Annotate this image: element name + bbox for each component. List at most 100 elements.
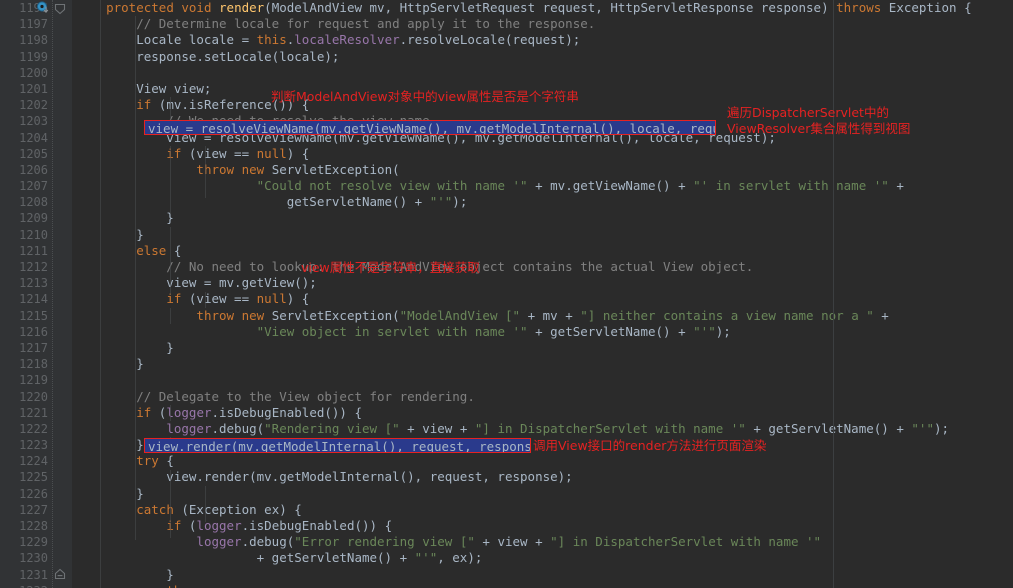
code-token: "Rendering view [" bbox=[264, 420, 400, 436]
code-line[interactable]: catch (Exception ex) { bbox=[72, 502, 1013, 518]
selection-box-resolve-view-name[interactable]: view = resolveViewName(mv.getViewName(),… bbox=[144, 119, 716, 135]
code-token: localeResolver bbox=[294, 32, 400, 48]
code-line[interactable]: "Could not resolve view with name '" + m… bbox=[72, 178, 1013, 194]
code-line[interactable]: if (logger.isDebugEnabled()) { bbox=[72, 405, 1013, 421]
code-token: "Could not resolve view with name '" bbox=[256, 178, 528, 194]
code-line[interactable]: throw ex; bbox=[72, 583, 1013, 588]
code-token: throws bbox=[836, 0, 882, 15]
code-line[interactable]: // No need to lookup: the ModelAndView o… bbox=[72, 259, 1013, 275]
code-line[interactable]: logger.debug("Rendering view [" + view +… bbox=[72, 421, 1013, 437]
line-number: 1224 bbox=[19, 454, 48, 469]
code-token: throw bbox=[166, 583, 204, 588]
code-token: logger bbox=[166, 404, 212, 420]
code-line[interactable]: view = mv.getView(); bbox=[72, 275, 1013, 291]
code-line[interactable]: throw new ServletException("ModelAndView… bbox=[72, 308, 1013, 324]
line-number: 1215 bbox=[19, 308, 48, 323]
code-line[interactable]: throw new ServletException( bbox=[72, 162, 1013, 178]
code-token: .debug( bbox=[241, 534, 295, 550]
line-number: 1197 bbox=[19, 17, 48, 32]
line-number: 1213 bbox=[19, 276, 48, 291]
code-line[interactable]: logger.debug("Error rendering view [" + … bbox=[72, 534, 1013, 550]
code-line[interactable]: if (view == null) { bbox=[72, 291, 1013, 307]
code-token: (view == bbox=[181, 291, 257, 307]
code-token: "' in servlet with name '" bbox=[693, 178, 889, 194]
code-line[interactable]: try { bbox=[72, 453, 1013, 469]
code-token: .resolveLocale(request); bbox=[399, 32, 581, 48]
code-token: if bbox=[136, 404, 152, 420]
code-token: (view == bbox=[181, 145, 257, 161]
annotation-get-view-directly: view属性不是字符串，直接获取 bbox=[301, 259, 480, 275]
line-number: 1201 bbox=[19, 81, 48, 96]
code-line[interactable]: if (view == null) { bbox=[72, 146, 1013, 162]
line-number: 1216 bbox=[19, 324, 48, 339]
code-token: { bbox=[158, 453, 174, 469]
code-token: Locale locale = bbox=[76, 32, 257, 48]
code-token: } bbox=[76, 339, 174, 355]
code-line[interactable]: protected void render(ModelAndView mv, H… bbox=[72, 0, 1013, 16]
code-line[interactable]: Locale locale = this.localeResolver.reso… bbox=[72, 32, 1013, 48]
line-number: 1221 bbox=[19, 405, 48, 420]
code-token: "'" bbox=[429, 194, 453, 210]
code-line[interactable]: } bbox=[72, 227, 1013, 243]
code-line[interactable]: } bbox=[72, 356, 1013, 372]
editor-gutter[interactable]: 1196 1197 1198 1199 1200 1201 1202 1203 1204 1205… bbox=[0, 0, 72, 588]
code-token: view = mv.getView(); bbox=[76, 275, 317, 291]
code-token: ex; bbox=[204, 583, 234, 588]
code-line[interactable]: // Determine locale for request and appl… bbox=[72, 16, 1013, 32]
code-token: "'" bbox=[414, 550, 438, 566]
annotation-call-render: 调用View接口的render方法进行页面渲染 bbox=[533, 437, 767, 453]
code-token: + bbox=[873, 307, 889, 323]
fold-collapse-top-icon[interactable] bbox=[53, 2, 67, 16]
line-number: 1209 bbox=[19, 211, 48, 226]
code-token: "'" bbox=[693, 323, 716, 339]
code-line[interactable]: } bbox=[72, 210, 1013, 226]
line-number: 1205 bbox=[19, 146, 48, 161]
code-token: null bbox=[256, 291, 287, 307]
code-token: { bbox=[166, 242, 182, 258]
code-line[interactable]: } bbox=[72, 567, 1013, 583]
line-number: 1211 bbox=[19, 243, 48, 258]
code-line[interactable]: } bbox=[72, 486, 1013, 502]
code-token: + getServletName() + bbox=[76, 550, 415, 566]
code-token: "'" bbox=[911, 420, 934, 436]
code-line[interactable]: response.setLocale(locale); bbox=[72, 49, 1013, 65]
code-token: + mv + bbox=[520, 307, 581, 323]
code-line[interactable] bbox=[72, 372, 1013, 388]
code-token: + bbox=[888, 178, 904, 194]
line-number: 1230 bbox=[19, 551, 48, 566]
code-token: render bbox=[219, 0, 265, 15]
code-line[interactable]: view.render(mv.getModelInternal(), reque… bbox=[72, 469, 1013, 485]
code-line[interactable]: getServletName() + "'"); bbox=[72, 194, 1013, 210]
line-number-column: 1196 1197 1198 1199 1200 1201 1202 1203 1204 1205… bbox=[0, 0, 72, 588]
code-token: // Determine locale for request and appl… bbox=[76, 16, 596, 32]
override-method-icon[interactable] bbox=[36, 1, 50, 15]
annotation-is-reference: 判断ModelAndView对象中的view属性是否是个字符串 bbox=[271, 88, 579, 104]
right-margin-guide bbox=[833, 0, 834, 588]
code-token: if bbox=[166, 291, 182, 307]
code-line[interactable]: // Delegate to the View object for rende… bbox=[72, 389, 1013, 405]
code-line[interactable]: + getServletName() + "'", ex); bbox=[72, 550, 1013, 566]
code-line[interactable]: if (logger.isDebugEnabled()) { bbox=[72, 518, 1013, 534]
code-line[interactable]: else { bbox=[72, 243, 1013, 259]
line-number: 1214 bbox=[19, 292, 48, 307]
code-line[interactable]: "View object in servlet with name '" + g… bbox=[72, 324, 1013, 340]
code-token: view.render(mv.getModelInternal(), reque… bbox=[76, 469, 573, 485]
code-token: this bbox=[256, 32, 287, 48]
fold-collapse-bottom-icon[interactable] bbox=[53, 567, 67, 581]
annotation-view-resolver-line2: ViewResolver集合属性得到视图 bbox=[727, 120, 911, 136]
code-token: .isDebugEnabled()) { bbox=[211, 404, 363, 420]
code-token: , ex); bbox=[437, 550, 483, 566]
line-number: 1226 bbox=[19, 486, 48, 501]
code-line[interactable]: } bbox=[72, 340, 1013, 356]
code-token: "ModelAndView [" bbox=[399, 307, 521, 323]
code-line[interactable] bbox=[72, 65, 1013, 81]
code-token: try bbox=[136, 453, 159, 469]
selection-box-view-render[interactable]: view.render(mv.getModelInternal(), reque… bbox=[144, 437, 531, 453]
